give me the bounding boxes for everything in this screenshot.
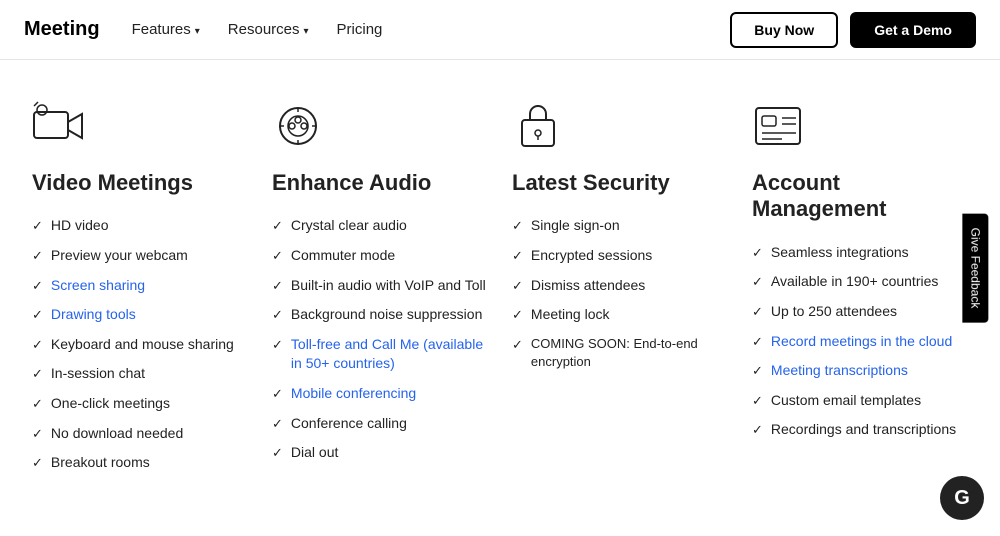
get-demo-button[interactable]: Get a Demo (850, 12, 976, 48)
grammarly-badge[interactable]: G (940, 476, 984, 520)
drawing-tools-link[interactable]: Drawing tools (51, 305, 136, 325)
list-item: ✓Mobile conferencing (272, 384, 488, 404)
list-item: ✓Drawing tools (32, 305, 248, 325)
list-item: ✓Built-in audio with VoIP and Toll (272, 276, 488, 296)
list-item: ✓Record meetings in the cloud (752, 332, 968, 352)
nav-left: Meeting Features Resources Pricing (24, 18, 382, 41)
grammarly-icon: G (954, 487, 970, 510)
list-item: ✓Keyboard and mouse sharing (32, 335, 248, 355)
column-enhance-audio: Enhance Audio ✓Crystal clear audio ✓Comm… (272, 100, 488, 473)
account-management-icon (752, 100, 804, 152)
nav-right: Buy Now Get a Demo (730, 12, 976, 48)
meeting-transcriptions-link[interactable]: Meeting transcriptions (771, 361, 908, 381)
list-item: ✓HD video (32, 216, 248, 236)
list-item: ✓COMING SOON: End-to-end encryption (512, 335, 728, 371)
latest-security-icon (512, 100, 564, 152)
nav-resources[interactable]: Resources (228, 21, 309, 38)
list-item: ✓Conference calling (272, 414, 488, 434)
enhance-audio-icon (272, 100, 324, 152)
column-latest-security: Latest Security ✓Single sign-on ✓Encrypt… (512, 100, 728, 473)
list-item: ✓Screen sharing (32, 276, 248, 296)
list-item: ✓Seamless integrations (752, 243, 968, 263)
navbar: Meeting Features Resources Pricing Buy N… (0, 0, 1000, 60)
list-item: ✓Dismiss attendees (512, 276, 728, 296)
brand-logo[interactable]: Meeting (24, 18, 100, 41)
account-management-list: ✓Seamless integrations ✓Available in 190… (752, 243, 968, 440)
video-meetings-list: ✓HD video ✓Preview your webcam ✓Screen s… (32, 216, 248, 472)
nav-features[interactable]: Features (132, 21, 200, 38)
list-item: ✓Custom email templates (752, 391, 968, 411)
features-grid: Video Meetings ✓HD video ✓Preview your w… (0, 60, 1000, 513)
list-item: ✓Toll-free and Call Me (available in 50+… (272, 335, 488, 374)
list-item: ✓In-session chat (32, 364, 248, 384)
video-meetings-icon (32, 100, 84, 152)
enhance-audio-title: Enhance Audio (272, 170, 488, 196)
list-item: ✓Dial out (272, 443, 488, 463)
list-item: ✓Meeting lock (512, 305, 728, 325)
list-item: ✓One-click meetings (32, 394, 248, 414)
list-item: ✓Commuter mode (272, 246, 488, 266)
list-item: ✓Encrypted sessions (512, 246, 728, 266)
latest-security-title: Latest Security (512, 170, 728, 196)
list-item: ✓Preview your webcam (32, 246, 248, 266)
give-feedback-tab[interactable]: Give Feedback (963, 214, 989, 323)
account-management-title: Account Management (752, 170, 968, 223)
video-meetings-title: Video Meetings (32, 170, 248, 196)
enhance-audio-list: ✓Crystal clear audio ✓Commuter mode ✓Bui… (272, 216, 488, 462)
buy-now-button[interactable]: Buy Now (730, 12, 838, 48)
list-item: ✓Single sign-on (512, 216, 728, 236)
list-item: ✓Background noise suppression (272, 305, 488, 325)
list-item: ✓Up to 250 attendees (752, 302, 968, 322)
list-item: ✓Meeting transcriptions (752, 361, 968, 381)
nav-links: Features Resources Pricing (132, 21, 383, 38)
list-item: ✓Recordings and transcriptions (752, 420, 968, 440)
nav-pricing[interactable]: Pricing (337, 21, 383, 38)
screen-sharing-link[interactable]: Screen sharing (51, 276, 145, 296)
mobile-conferencing-link[interactable]: Mobile conferencing (291, 384, 416, 404)
list-item: ✓Available in 190+ countries (752, 272, 968, 292)
latest-security-list: ✓Single sign-on ✓Encrypted sessions ✓Dis… (512, 216, 728, 371)
tollfree-link[interactable]: Toll-free and Call Me (available in 50+ … (291, 335, 488, 374)
list-item: ✓Crystal clear audio (272, 216, 488, 236)
list-item: ✓Breakout rooms (32, 453, 248, 473)
column-account-management: Account Management ✓Seamless integration… (752, 100, 968, 473)
record-meetings-link[interactable]: Record meetings in the cloud (771, 332, 952, 352)
column-video-meetings: Video Meetings ✓HD video ✓Preview your w… (32, 100, 248, 473)
list-item: ✓No download needed (32, 424, 248, 444)
